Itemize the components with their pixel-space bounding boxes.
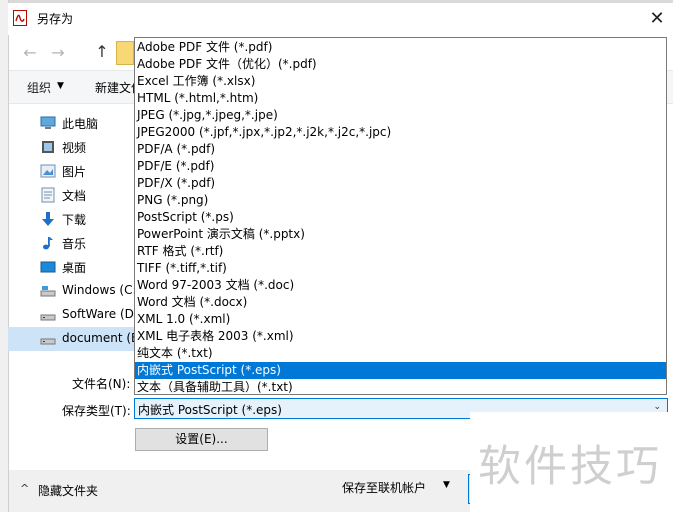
file-type-option[interactable]: PDF/E (*.pdf) <box>135 158 666 175</box>
file-type-option[interactable]: Word 97-2003 文档 (*.doc) <box>135 277 666 294</box>
save-type-value: 内嵌式 PostScript (*.eps) <box>138 403 282 417</box>
sidebar-item-music[interactable]: 音乐 <box>8 231 134 255</box>
video-icon <box>42 141 54 153</box>
title-bar <box>8 3 673 35</box>
file-type-option[interactable]: Adobe PDF 文件（优化）(*.pdf) <box>135 56 666 73</box>
watermark-text: 软件技巧 <box>478 442 662 492</box>
organize-button[interactable]: 组织 <box>27 79 51 96</box>
sidebar-item-label: SoftWare (D <box>62 307 134 321</box>
file-type-option[interactable]: Excel 工作簿 (*.xlsx) <box>135 73 666 90</box>
sidebar-item-document-drive[interactable]: document (E <box>8 327 139 351</box>
file-type-option[interactable]: XML 1.0 (*.xml) <box>135 311 666 328</box>
computer-icon <box>40 116 56 129</box>
save-online-account-button[interactable]: 保存至联机帐户 <box>342 479 426 496</box>
sidebar-item-downloads[interactable]: 下载 <box>8 207 134 231</box>
filename-label: 文件名(N): <box>72 377 131 391</box>
sidebar-item-label: 文档 <box>62 189 87 203</box>
sidebar-item-label: 音乐 <box>62 237 87 251</box>
sidebar-item-desktop[interactable]: 桌面 <box>8 255 134 279</box>
chevron-down-icon[interactable]: ▼ <box>443 480 450 490</box>
file-type-option[interactable]: HTML (*.html,*.htm) <box>135 90 666 107</box>
drive-icon <box>40 314 56 321</box>
sidebar-item-pictures[interactable]: 图片 <box>8 159 134 183</box>
file-type-option[interactable]: JPEG2000 (*.jpf,*.jpx,*.jp2,*.j2k,*.j2c,… <box>135 124 666 141</box>
file-type-option[interactable]: XML 电子表格 2003 (*.xml) <box>135 328 666 345</box>
file-type-option[interactable]: 纯文本 (*.txt) <box>135 345 666 362</box>
drive-icon <box>40 338 56 345</box>
sidebar-item-windows-drive[interactable]: Windows (C: <box>8 279 137 303</box>
sidebar-item-documents[interactable]: 文档 <box>8 183 134 207</box>
chevron-down-icon: ⌄ <box>653 402 661 412</box>
desktop-icon <box>40 261 56 273</box>
file-type-option[interactable]: Adobe PDF 文件 (*.pdf) <box>135 39 666 56</box>
file-type-option[interactable]: PostScript (*.ps) <box>135 209 666 226</box>
drive-icon <box>40 286 56 297</box>
close-button[interactable]: ✕ <box>644 6 670 32</box>
sidebar-item-label: document (E <box>62 331 139 345</box>
file-type-option[interactable]: Word 文档 (*.docx) <box>135 294 666 311</box>
file-type-dropdown-list[interactable]: Adobe PDF 文件 (*.pdf) Adobe PDF 文件（优化）(*.p… <box>134 37 667 395</box>
file-type-option[interactable]: PDF/X (*.pdf) <box>135 175 666 192</box>
chevron-down-icon: ▼ <box>57 81 64 91</box>
sidebar-item-label: 下载 <box>62 213 87 227</box>
file-type-option[interactable]: 内嵌式 PostScript (*.eps) <box>135 362 666 379</box>
sidebar-item-software-drive[interactable]: SoftWare (D <box>8 303 134 327</box>
document-icon <box>41 187 55 203</box>
settings-button[interactable]: 设置(E)... <box>135 428 268 451</box>
file-type-option[interactable]: 文本（具备辅助工具）(*.txt) <box>135 379 666 394</box>
file-type-option[interactable]: TIFF (*.tiff,*.tif) <box>135 260 666 277</box>
dialog-title: 另存为 <box>37 12 74 26</box>
file-type-option[interactable]: PDF/A (*.pdf) <box>135 141 666 158</box>
hide-folders-button[interactable]: 隐藏文件夹 <box>38 482 98 499</box>
file-type-option[interactable]: PowerPoint 演示文稿 (*.pptx) <box>135 226 666 243</box>
forward-button[interactable]: → <box>49 44 67 62</box>
chevron-up-icon[interactable]: ^ <box>20 482 29 495</box>
up-folder-button[interactable]: ↑ <box>92 42 112 62</box>
sidebar-item-label: 视频 <box>62 141 87 155</box>
pdf-app-icon <box>13 10 27 26</box>
file-type-option[interactable]: JPEG (*.jpg,*.jpeg,*.jpe) <box>135 107 666 124</box>
file-type-option[interactable]: PNG (*.png) <box>135 192 666 209</box>
picture-icon <box>40 164 56 178</box>
sidebar-item-label: 桌面 <box>62 261 87 275</box>
sidebar-item-videos[interactable]: 视频 <box>8 135 134 159</box>
sidebar-item-this-pc[interactable]: 此电脑 <box>8 111 134 135</box>
sidebar-item-label: 图片 <box>62 165 87 179</box>
folder-icon <box>116 41 134 65</box>
download-icon <box>42 212 54 226</box>
back-button[interactable]: ← <box>21 44 39 62</box>
sidebar-item-label: 此电脑 <box>62 117 99 131</box>
music-icon <box>43 237 53 250</box>
file-type-option[interactable]: RTF 格式 (*.rtf) <box>135 243 666 260</box>
save-type-label: 保存类型(T): <box>62 404 131 418</box>
sidebar-item-label: Windows (C: <box>62 283 137 297</box>
